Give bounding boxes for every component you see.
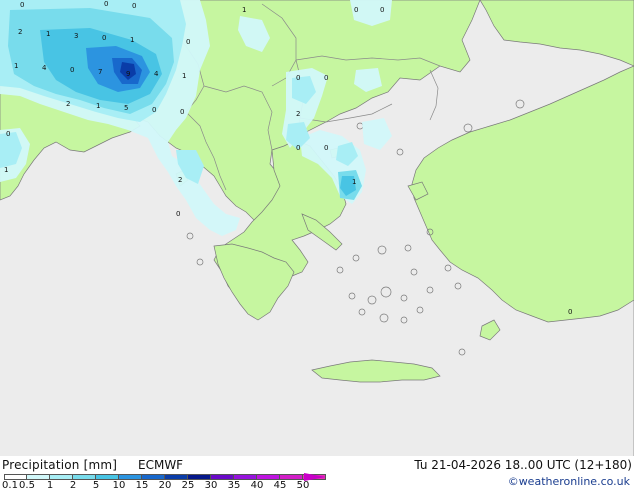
legend-panel: Precipitation [mm] ECMWF Tu 21-04-2026 1… [0, 456, 634, 491]
scale-tick-label: 25 [181, 480, 195, 491]
precip-value: 2 [66, 100, 70, 108]
scale-tick-label: 10 [112, 480, 126, 491]
precip-value: 1 [96, 102, 100, 110]
precip-value: 4 [42, 64, 47, 72]
precip-value: 1 [182, 72, 186, 80]
scale-tick-label: 1 [46, 480, 54, 491]
precip-value: 0 [6, 130, 10, 138]
legend-title: Precipitation [mm] [2, 458, 118, 472]
precipitation-map: 0 0 0 1 0 0 2 1 3 0 1 0 1 4 0 7 9 4 1 0 … [0, 0, 634, 456]
precip-value: 0 [354, 6, 358, 14]
precip-value: 0 [186, 38, 190, 46]
scale-tick-label: 5 [92, 480, 100, 491]
scale-tick-label: 30 [204, 480, 218, 491]
precip-value: 7 [98, 68, 102, 76]
scale-tick-labels: 0.1 0.5 1 2 5 10 15 20 25 30 35 40 45 50 [0, 480, 340, 491]
precip-value: 2 [18, 28, 22, 36]
precip-value: 0 [324, 144, 328, 152]
scale-tick-label: 50 [296, 480, 310, 491]
scale-tick-label: 20 [158, 480, 172, 491]
precip-value: 0 [70, 66, 74, 74]
precip-value: 0 [296, 144, 300, 152]
precip-value: 5 [124, 104, 128, 112]
precip-value: 0 [180, 108, 184, 116]
scale-tick-label: 35 [227, 480, 241, 491]
precip-value: 2 [296, 110, 300, 118]
precip-value: 0 [132, 2, 136, 10]
credit-link[interactable]: ©weatheronline.co.uk [508, 475, 630, 488]
scale-tick-label: 45 [273, 480, 287, 491]
precip-value: 1 [352, 178, 356, 186]
precip-value: 1 [4, 166, 8, 174]
precip-value: 0 [568, 308, 572, 316]
precip-value: 0 [20, 1, 24, 9]
precip-value: 0 [296, 74, 300, 82]
model-name: ECMWF [138, 458, 184, 472]
precip-value: 1 [46, 30, 50, 38]
precip-value: 3 [74, 32, 78, 40]
scale-tick-label: 0.5 [19, 480, 35, 491]
precip-value: 9 [126, 70, 130, 78]
precip-value: 0 [324, 74, 328, 82]
precip-value: 0 [102, 34, 106, 42]
scale-tick-label: 15 [135, 480, 149, 491]
scale-tick-label: 0.1 [2, 480, 18, 491]
scale-tick-label: 2 [69, 480, 77, 491]
precip-value: 2 [178, 176, 182, 184]
precip-value: 1 [242, 6, 246, 14]
forecast-datetime: Tu 21-04-2026 18..00 UTC (12+180) [414, 458, 632, 472]
precip-value: 0 [176, 210, 180, 218]
precip-value: 1 [14, 62, 18, 70]
page: 0 0 0 1 0 0 2 1 3 0 1 0 1 4 0 7 9 4 1 0 … [0, 0, 634, 491]
precip-value: 1 [130, 36, 134, 44]
precip-value: 4 [154, 70, 159, 78]
scale-tick-label: 40 [250, 480, 264, 491]
precip-value: 0 [152, 106, 156, 114]
precip-value: 0 [104, 0, 108, 8]
precip-value: 0 [380, 6, 384, 14]
